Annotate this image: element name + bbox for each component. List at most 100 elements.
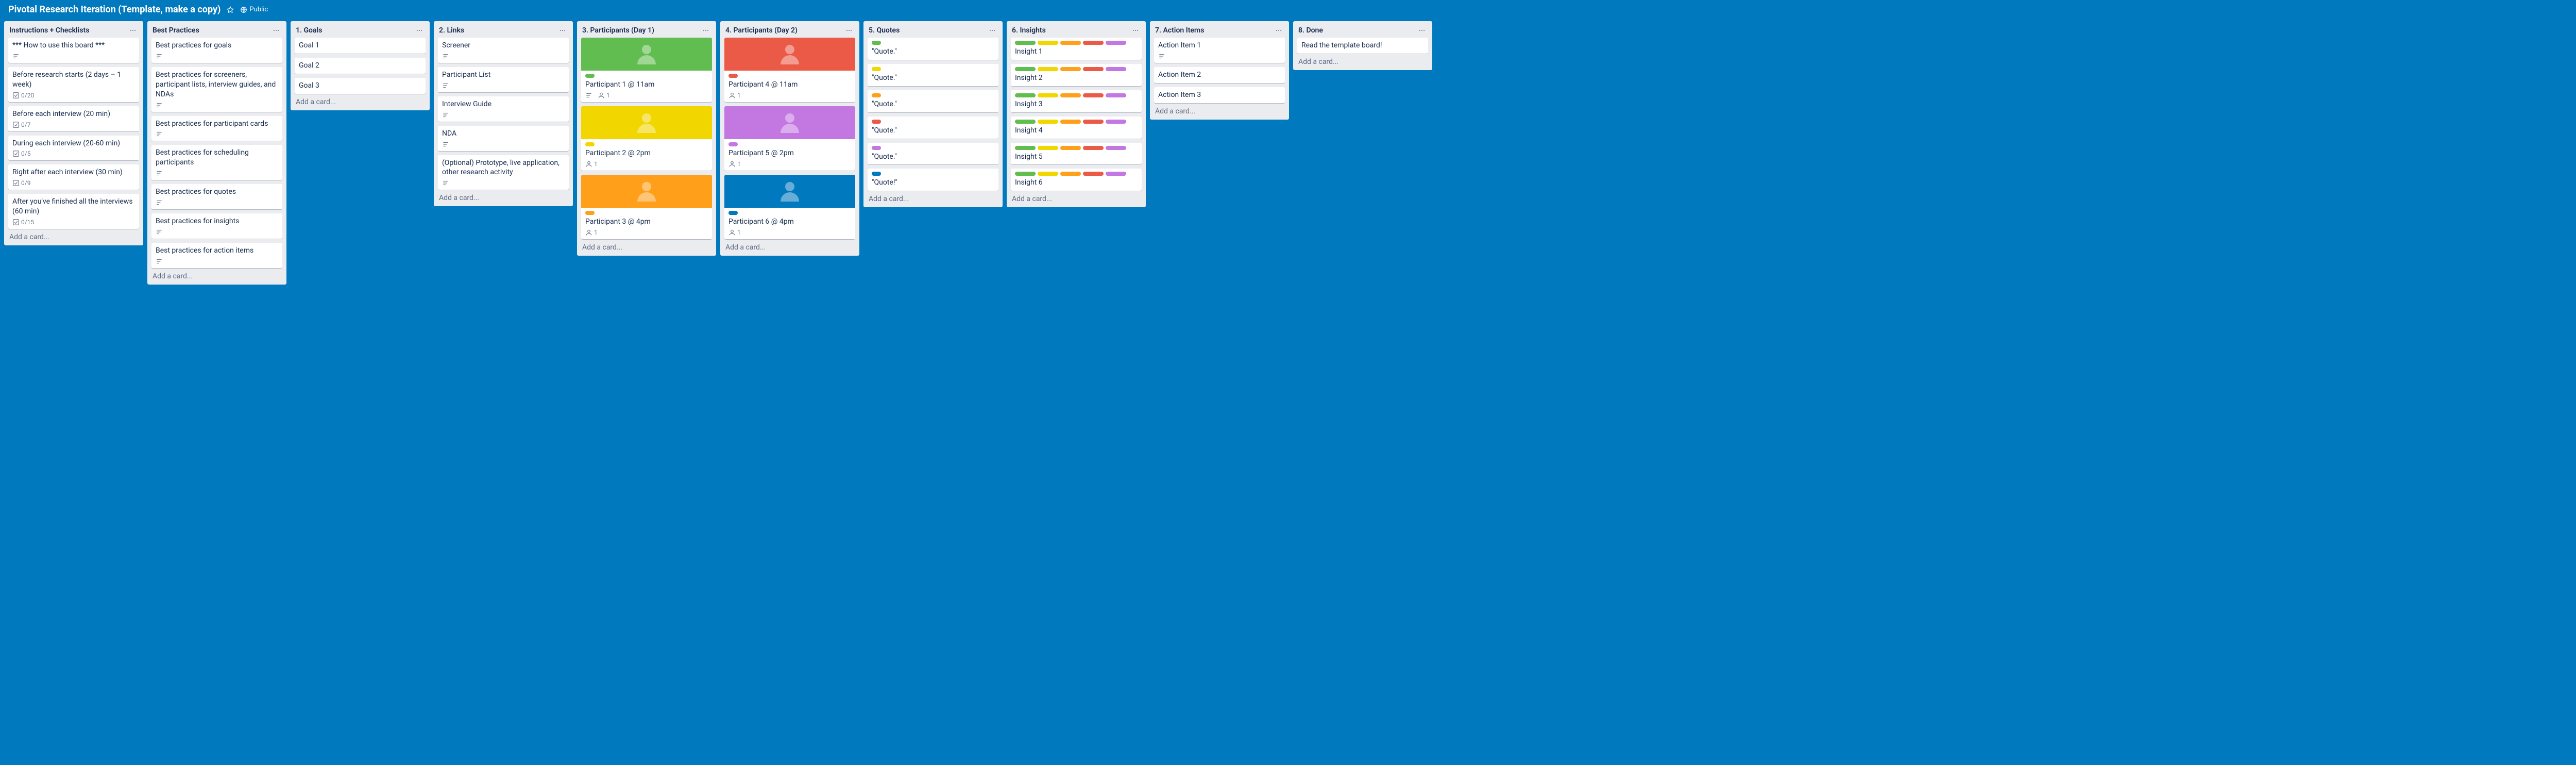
card[interactable]: Insight 4 xyxy=(1011,117,1142,139)
list-menu-icon[interactable] xyxy=(1417,25,1427,36)
card[interactable]: Action Item 1 xyxy=(1154,38,1285,63)
card[interactable]: *** How to use this board *** xyxy=(8,38,139,63)
card-label[interactable] xyxy=(1038,67,1058,71)
card[interactable]: "Quote." xyxy=(868,64,998,86)
add-card-button[interactable]: Add a card... xyxy=(147,268,286,285)
card[interactable]: Insight 3 xyxy=(1011,90,1142,112)
card-label[interactable] xyxy=(1106,93,1126,97)
card[interactable]: Participant 1 @ 11am1 xyxy=(581,38,712,102)
card[interactable]: Before each interview (20 min)0/7 xyxy=(8,106,139,131)
card-label[interactable] xyxy=(1083,146,1104,150)
list-menu-icon[interactable] xyxy=(1274,25,1284,36)
card-label[interactable] xyxy=(1038,41,1058,45)
add-card-button[interactable]: Add a card... xyxy=(720,239,859,256)
card[interactable]: Participant 3 @ 4pm1 xyxy=(581,175,712,239)
list-menu-icon[interactable] xyxy=(987,25,997,36)
card-label[interactable] xyxy=(728,142,738,146)
card-label[interactable] xyxy=(1015,93,1036,97)
list-title[interactable]: Best Practices xyxy=(152,26,199,35)
list-title[interactable]: 2. Links xyxy=(439,26,464,35)
card-label[interactable] xyxy=(1038,93,1058,97)
card-label[interactable] xyxy=(1015,172,1036,176)
card-label[interactable] xyxy=(1106,172,1126,176)
card[interactable]: "Quote." xyxy=(868,38,998,60)
card-label[interactable] xyxy=(1015,120,1036,124)
card-label[interactable] xyxy=(1060,120,1081,124)
add-card-button[interactable]: Add a card... xyxy=(577,239,716,256)
add-card-button[interactable]: Add a card... xyxy=(1007,191,1146,207)
card[interactable]: Screener xyxy=(438,38,569,63)
add-card-button[interactable]: Add a card... xyxy=(291,94,430,110)
card-label[interactable] xyxy=(1106,120,1126,124)
card[interactable]: Participant 6 @ 4pm1 xyxy=(724,175,855,239)
add-card-button[interactable]: Add a card... xyxy=(863,191,1003,207)
list-title[interactable]: 7. Action Items xyxy=(1155,26,1204,35)
card-label[interactable] xyxy=(1083,93,1104,97)
card[interactable]: Participant 2 @ 2pm1 xyxy=(581,106,712,171)
card-label[interactable] xyxy=(585,142,595,146)
card-label[interactable] xyxy=(1015,67,1036,71)
list-menu-icon[interactable] xyxy=(557,25,568,36)
add-card-button[interactable]: Add a card... xyxy=(434,190,573,206)
card[interactable]: Best practices for participant cards xyxy=(151,116,282,141)
card-label[interactable] xyxy=(1015,146,1036,150)
card-label[interactable] xyxy=(872,93,881,97)
card[interactable]: Participant List xyxy=(438,67,569,92)
list-menu-icon[interactable] xyxy=(844,25,854,36)
card[interactable]: Best practices for quotes xyxy=(151,184,282,209)
card-label[interactable] xyxy=(872,67,881,71)
card[interactable]: "Quote!" xyxy=(868,169,998,191)
list-menu-icon[interactable] xyxy=(701,25,711,36)
list-title[interactable]: 3. Participants (Day 1) xyxy=(582,26,654,35)
card-label[interactable] xyxy=(1060,67,1081,71)
add-card-button[interactable]: Add a card... xyxy=(1150,103,1289,120)
list-title[interactable]: 4. Participants (Day 2) xyxy=(725,26,798,35)
card-label[interactable] xyxy=(1083,120,1104,124)
card-label[interactable] xyxy=(728,74,738,78)
card[interactable]: Best practices for insights xyxy=(151,213,282,239)
card-label[interactable] xyxy=(1060,146,1081,150)
add-card-button[interactable]: Add a card... xyxy=(4,229,143,245)
card-label[interactable] xyxy=(872,172,881,176)
list-title[interactable]: 6. Insights xyxy=(1012,26,1046,35)
star-icon[interactable] xyxy=(227,6,234,13)
card[interactable]: Read the template board! xyxy=(1297,38,1428,54)
card-label[interactable] xyxy=(1060,172,1081,176)
card-label[interactable] xyxy=(1060,93,1081,97)
card-label[interactable] xyxy=(585,74,595,78)
list-title[interactable]: 5. Quotes xyxy=(869,26,900,35)
card[interactable]: Participant 5 @ 2pm1 xyxy=(724,106,855,171)
card[interactable]: NDA xyxy=(438,126,569,151)
list-menu-icon[interactable] xyxy=(128,25,138,36)
card-label[interactable] xyxy=(1106,41,1126,45)
card[interactable]: Insight 5 xyxy=(1011,143,1142,165)
list-title[interactable]: 8. Done xyxy=(1298,26,1323,35)
card[interactable]: Best practices for scheduling participan… xyxy=(151,145,282,180)
card[interactable]: Best practices for action items xyxy=(151,243,282,268)
board-title[interactable]: Pivotal Research Iteration (Template, ma… xyxy=(8,4,221,15)
card[interactable]: Action Item 2 xyxy=(1154,67,1285,83)
card-label[interactable] xyxy=(1038,146,1058,150)
card-label[interactable] xyxy=(1015,41,1036,45)
card[interactable]: Insight 6 xyxy=(1011,169,1142,191)
card-label[interactable] xyxy=(1106,146,1126,150)
card[interactable]: (Optional) Prototype, live application, … xyxy=(438,155,569,190)
card[interactable]: "Quote." xyxy=(868,117,998,139)
card[interactable]: Interview Guide xyxy=(438,96,569,122)
visibility-badge[interactable]: Public xyxy=(240,6,268,13)
list-title[interactable]: Instructions + Checklists xyxy=(9,26,89,35)
card[interactable]: Before research starts (2 days – 1 week)… xyxy=(8,67,139,102)
card[interactable]: Participant 4 @ 11am1 xyxy=(724,38,855,102)
card[interactable]: After you've finished all the interviews… xyxy=(8,194,139,229)
card-label[interactable] xyxy=(585,211,595,215)
card[interactable]: Insight 1 xyxy=(1011,38,1142,60)
list-title[interactable]: 1. Goals xyxy=(296,26,322,35)
card-label[interactable] xyxy=(872,41,881,45)
card[interactable]: "Quote." xyxy=(868,143,998,165)
card-label[interactable] xyxy=(1060,41,1081,45)
card-label[interactable] xyxy=(872,120,881,124)
card[interactable]: Insight 2 xyxy=(1011,64,1142,86)
card-label[interactable] xyxy=(728,211,738,215)
card[interactable]: Action Item 3 xyxy=(1154,87,1285,103)
card-label[interactable] xyxy=(1083,67,1104,71)
